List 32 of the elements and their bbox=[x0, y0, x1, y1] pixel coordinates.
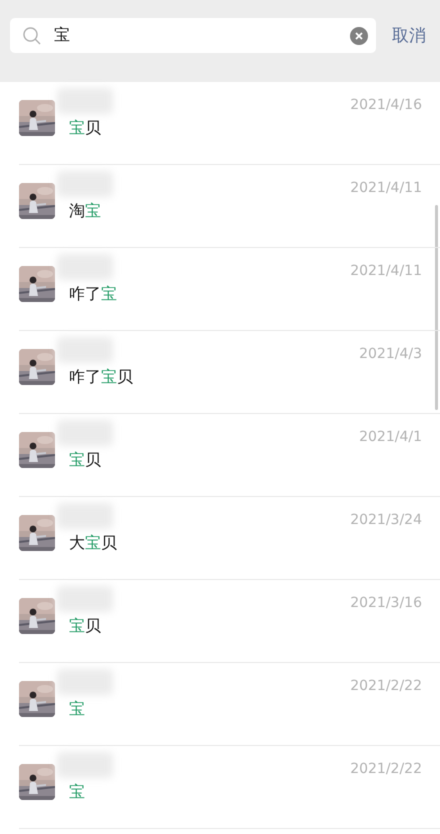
message-text: 咋了宝 bbox=[69, 284, 117, 305]
search-icon bbox=[22, 26, 42, 46]
message-text: 淘宝 bbox=[69, 201, 101, 222]
message-text: 宝 bbox=[69, 782, 85, 803]
message-text: 咋了宝贝 bbox=[69, 367, 133, 388]
result-row[interactable]: 2021/4/1 宝贝 bbox=[19, 414, 440, 497]
result-row[interactable]: 2021/4/16 宝贝 bbox=[19, 82, 440, 165]
message-text: 宝 bbox=[69, 699, 85, 720]
message-text: 宝贝 bbox=[69, 450, 101, 471]
cancel-button[interactable]: 取消 bbox=[388, 24, 430, 47]
message-date: 2021/4/11 bbox=[350, 180, 422, 196]
search-field[interactable]: 宝 bbox=[10, 18, 376, 53]
message-date: 2021/3/24 bbox=[350, 512, 422, 528]
message-text: 大宝贝 bbox=[69, 533, 117, 554]
result-row[interactable]: 2021/3/24 大宝贝 bbox=[19, 497, 440, 580]
message-date: 2021/4/3 bbox=[359, 346, 422, 362]
result-row[interactable]: 2021/3/16 宝贝 bbox=[19, 580, 440, 663]
message-date: 2021/2/22 bbox=[350, 761, 422, 777]
message-text: 宝贝 bbox=[69, 118, 101, 139]
result-row[interactable]: 2021/2/22 宝 bbox=[19, 663, 440, 746]
clear-icon[interactable] bbox=[350, 27, 368, 45]
message-date: 2021/4/1 bbox=[359, 429, 422, 445]
message-date: 2021/2/22 bbox=[350, 678, 422, 694]
message-date: 2021/4/11 bbox=[350, 263, 422, 279]
result-row[interactable]: 2021/4/3 咋了宝贝 bbox=[19, 331, 440, 414]
result-row[interactable]: 2021/4/11 咋了宝 bbox=[19, 248, 440, 331]
message-date: 2021/3/16 bbox=[350, 595, 422, 611]
message-date: 2021/4/16 bbox=[350, 97, 422, 113]
message-text: 宝贝 bbox=[69, 616, 101, 637]
result-row[interactable]: 2021/4/11 淘宝 bbox=[19, 165, 440, 248]
result-row[interactable]: 2021/2/22 宝 bbox=[19, 746, 440, 829]
scrollbar[interactable] bbox=[435, 205, 438, 410]
